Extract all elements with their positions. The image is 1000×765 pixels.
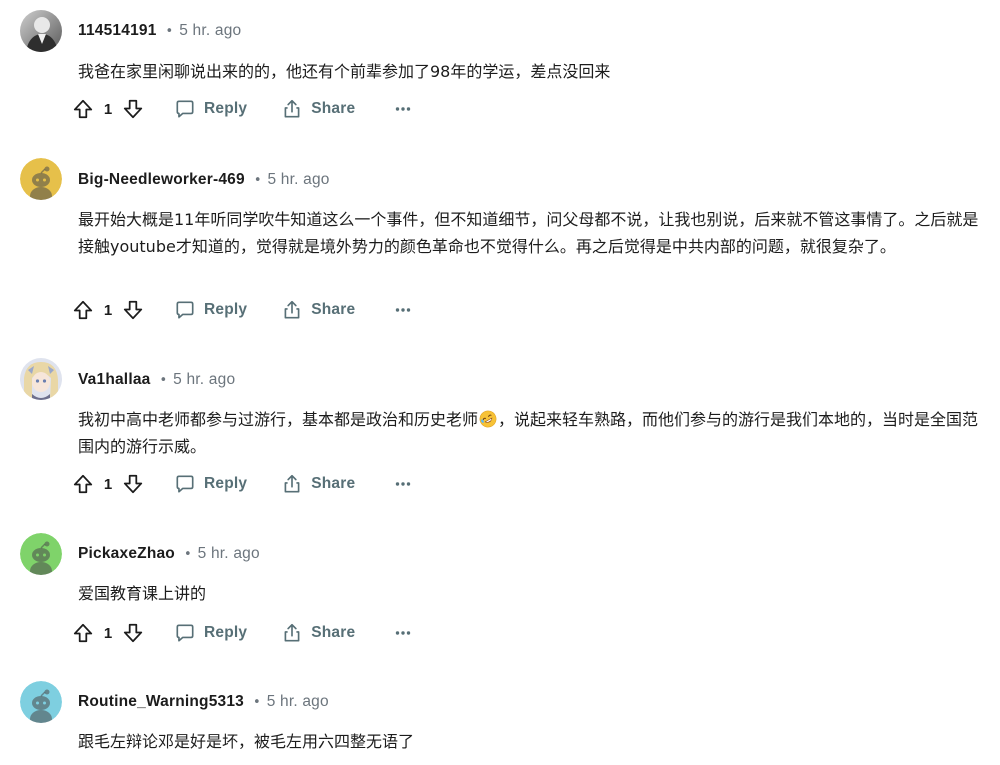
avatar[interactable] xyxy=(20,158,62,200)
share-label: Share xyxy=(311,475,356,492)
comment-actions: 1 Reply Share xyxy=(70,93,415,125)
comment-body: 跟毛左辩论邓是好是坏，被毛左用六四整无语了 xyxy=(78,732,415,751)
share-label: Share xyxy=(311,624,356,641)
username[interactable]: Routine_Warning5313 xyxy=(78,693,244,711)
comment-body-part: 我初中高中老师都参与过游行，基本都是政治和历史老师 xyxy=(78,410,479,429)
more-icon xyxy=(396,107,411,111)
reply-label: Reply xyxy=(204,100,248,117)
timestamp[interactable]: 5 hr. ago xyxy=(173,371,235,389)
upvote-icon xyxy=(73,300,93,320)
reply-icon xyxy=(176,624,194,642)
downvote-button[interactable] xyxy=(120,297,146,323)
comment-body: 我爸在家里闲聊说出来的的，他还有个前辈参加了98年的学运，差点没回来 xyxy=(78,62,611,81)
share-icon xyxy=(284,300,300,319)
avatar[interactable] xyxy=(20,681,62,723)
vote-count: 1 xyxy=(103,475,113,493)
username[interactable]: PickaxeZhao xyxy=(78,545,175,563)
comment-actions: 1 Reply Share xyxy=(70,617,415,649)
more-options-button[interactable] xyxy=(391,298,415,322)
timestamp[interactable]: 5 hr. ago xyxy=(267,693,329,711)
vote-count: 1 xyxy=(103,100,113,118)
share-button[interactable]: Share xyxy=(281,93,355,125)
avatar[interactable] xyxy=(20,358,62,400)
upvote-button[interactable] xyxy=(70,96,96,122)
more-icon xyxy=(396,631,411,635)
separator-dot: • xyxy=(159,372,168,388)
comment-meta: 114514191 • 5 hr. ago xyxy=(78,21,241,41)
upvote-icon xyxy=(73,474,93,494)
upvote-button[interactable] xyxy=(70,297,96,323)
upvote-icon xyxy=(73,99,93,119)
more-options-button[interactable] xyxy=(391,621,415,645)
share-icon xyxy=(284,474,300,493)
share-button[interactable]: Share xyxy=(281,294,355,326)
reply-label: Reply xyxy=(204,301,248,318)
comment-meta: Routine_Warning5313 • 5 hr. ago xyxy=(78,692,329,712)
reply-icon xyxy=(176,100,194,118)
more-icon xyxy=(396,308,411,312)
upvote-button[interactable] xyxy=(70,620,96,646)
username[interactable]: 114514191 xyxy=(78,22,157,40)
separator-dot: • xyxy=(165,23,174,39)
comment-body: 我初中高中老师都参与过游行，基本都是政治和历史老师 ，说起来轻车熟路，而他们参与的… xyxy=(78,406,983,460)
reply-icon xyxy=(176,301,194,319)
downvote-icon xyxy=(123,99,143,119)
comment-body: 最开始大概是11年听同学吹牛知道这么一个事件，但不知道细节，问父母都不说，让我也… xyxy=(78,210,979,256)
comment-meta: Va1hallaa • 5 hr. ago xyxy=(78,370,235,390)
share-button[interactable]: Share xyxy=(281,468,355,500)
more-options-button[interactable] xyxy=(391,97,415,121)
share-button[interactable]: Share xyxy=(281,617,355,649)
snoo-avatar-icon xyxy=(20,158,62,200)
reply-button[interactable]: Reply xyxy=(174,617,247,649)
share-icon xyxy=(284,99,300,118)
snoo-avatar-icon xyxy=(20,533,62,575)
share-icon xyxy=(284,623,300,642)
downvote-button[interactable] xyxy=(120,471,146,497)
reply-label: Reply xyxy=(204,475,248,492)
reply-button[interactable]: Reply xyxy=(174,93,247,125)
downvote-button[interactable] xyxy=(120,620,146,646)
comment-actions: 1 Reply Share xyxy=(70,294,415,326)
timestamp[interactable]: 5 hr. ago xyxy=(198,545,260,563)
comment-meta: PickaxeZhao • 5 hr. ago xyxy=(78,544,260,564)
comment-meta: Big-Needleworker-469 • 5 hr. ago xyxy=(78,170,330,190)
timestamp[interactable]: 5 hr. ago xyxy=(267,171,329,189)
more-icon xyxy=(396,482,411,486)
reply-button[interactable]: Reply xyxy=(174,468,247,500)
timestamp[interactable]: 5 hr. ago xyxy=(179,22,241,40)
separator-dot: • xyxy=(253,172,262,188)
share-label: Share xyxy=(311,100,356,117)
separator-dot: • xyxy=(183,546,192,562)
downvote-icon xyxy=(123,300,143,320)
avatar[interactable] xyxy=(20,10,62,52)
comment-body: 爱国教育课上讲的 xyxy=(78,584,207,603)
vote-count: 1 xyxy=(103,301,113,319)
upvote-icon xyxy=(73,623,93,643)
snoo-avatar-icon xyxy=(20,681,62,723)
username[interactable]: Va1hallaa xyxy=(78,371,150,389)
reply-button[interactable]: Reply xyxy=(174,294,247,326)
upvote-button[interactable] xyxy=(70,471,96,497)
photo-avatar-icon xyxy=(20,10,62,52)
comment-actions: 1 Reply Share xyxy=(70,468,415,500)
anime-avatar-icon xyxy=(20,358,62,400)
avatar[interactable] xyxy=(20,533,62,575)
username[interactable]: Big-Needleworker-469 xyxy=(78,171,245,189)
reply-label: Reply xyxy=(204,624,248,641)
share-label: Share xyxy=(311,301,356,318)
rolling-on-floor-laughing-emoji-icon xyxy=(479,410,497,428)
reply-icon xyxy=(176,475,194,493)
downvote-button[interactable] xyxy=(120,96,146,122)
downvote-icon xyxy=(123,474,143,494)
vote-count: 1 xyxy=(103,624,113,642)
downvote-icon xyxy=(123,623,143,643)
more-options-button[interactable] xyxy=(391,472,415,496)
separator-dot: • xyxy=(253,694,261,710)
